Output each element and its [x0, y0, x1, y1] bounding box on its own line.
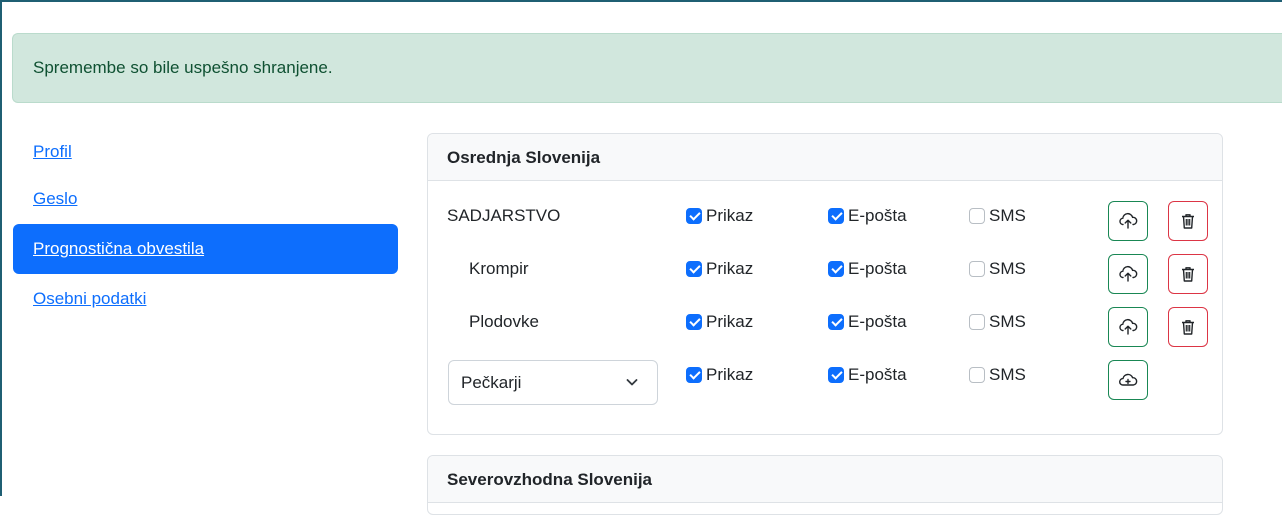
success-alert: Spremembe so bile uspešno shranjene. [12, 33, 1282, 103]
alert-message: Spremembe so bile uspešno shranjene. [33, 58, 333, 77]
prikaz-label: Prikaz [706, 365, 754, 384]
subscription-row: SADJARSTVO Prikaz E-pošta SMS [428, 201, 1222, 247]
trash-icon [1182, 320, 1194, 335]
cloud-upload-icon [1119, 265, 1138, 282]
trash-icon [1182, 267, 1194, 282]
cloud-upload-icon [1119, 318, 1138, 335]
subscription-row: Krompir Prikaz E-pošta SMS [428, 254, 1222, 300]
checkbox-unchecked[interactable] [969, 367, 985, 383]
prikaz-checkbox[interactable]: Prikaz [686, 307, 753, 337]
region-title: Osrednja Slovenija [428, 134, 1222, 181]
sms-checkbox[interactable]: SMS [969, 360, 1026, 390]
eposta-checkbox[interactable]: E-pošta [828, 307, 907, 337]
cloud-plus-icon [1119, 373, 1138, 386]
prikaz-label: Prikaz [706, 206, 754, 225]
nav-item-prognosticna-obvestila[interactable]: Prognostična obvestila [13, 224, 398, 274]
prikaz-checkbox[interactable]: Prikaz [686, 254, 753, 284]
sms-checkbox[interactable]: SMS [969, 254, 1026, 284]
add-button[interactable] [1108, 360, 1148, 400]
delete-button[interactable] [1168, 201, 1208, 241]
checkbox-unchecked[interactable] [969, 314, 985, 330]
eposta-label: E-pošta [848, 312, 907, 331]
delete-button[interactable] [1168, 307, 1208, 347]
checkbox-checked[interactable] [686, 314, 702, 330]
trash-icon [1182, 214, 1194, 229]
sms-label: SMS [989, 259, 1026, 278]
eposta-checkbox[interactable]: E-pošta [828, 360, 907, 390]
sms-label: SMS [989, 312, 1026, 331]
window-frame-left [0, 0, 2, 496]
nav-item-profil[interactable]: Profil [13, 124, 398, 174]
checkbox-checked[interactable] [686, 261, 702, 277]
sms-checkbox[interactable]: SMS [969, 201, 1026, 231]
eposta-label: E-pošta [848, 206, 907, 225]
cloud-upload-icon [1119, 212, 1138, 229]
row-name: SADJARSTVO [447, 206, 561, 225]
prikaz-label: Prikaz [706, 312, 754, 331]
prikaz-checkbox[interactable]: Prikaz [686, 360, 753, 390]
row-name: Plodovke [469, 312, 539, 331]
window-frame-top [0, 0, 1282, 2]
checkbox-checked[interactable] [686, 367, 702, 383]
subscription-row: Plodovke Prikaz E-pošta SMS [428, 307, 1222, 353]
region-card: Severovzhodna Slovenija [427, 455, 1223, 515]
eposta-label: E-pošta [848, 365, 907, 384]
row-name: Krompir [469, 259, 529, 278]
nav-item-geslo[interactable]: Geslo [13, 174, 398, 224]
sms-label: SMS [989, 365, 1026, 384]
prikaz-label: Prikaz [706, 259, 754, 278]
checkbox-checked[interactable] [828, 208, 844, 224]
sms-label: SMS [989, 206, 1026, 225]
checkbox-checked[interactable] [828, 261, 844, 277]
checkbox-checked[interactable] [686, 208, 702, 224]
settings-nav: Profil Geslo Prognostična obvestila Oseb… [13, 124, 398, 324]
save-button[interactable] [1108, 307, 1148, 347]
sms-checkbox[interactable]: SMS [969, 307, 1026, 337]
save-button[interactable] [1108, 201, 1148, 241]
checkbox-unchecked[interactable] [969, 208, 985, 224]
checkbox-unchecked[interactable] [969, 261, 985, 277]
new-subscription-row: Prikaz E-pošta SMS [428, 360, 1222, 406]
eposta-label: E-pošta [848, 259, 907, 278]
eposta-checkbox[interactable]: E-pošta [828, 254, 907, 284]
region-card: Osrednja Slovenija SADJARSTVO Prikaz E-p… [427, 133, 1223, 435]
checkbox-checked[interactable] [828, 314, 844, 330]
eposta-checkbox[interactable]: E-pošta [828, 201, 907, 231]
delete-button[interactable] [1168, 254, 1208, 294]
prikaz-checkbox[interactable]: Prikaz [686, 201, 753, 231]
nav-item-osebni-podatki[interactable]: Osebni podatki [13, 274, 398, 324]
save-button[interactable] [1108, 254, 1148, 294]
checkbox-checked[interactable] [828, 367, 844, 383]
